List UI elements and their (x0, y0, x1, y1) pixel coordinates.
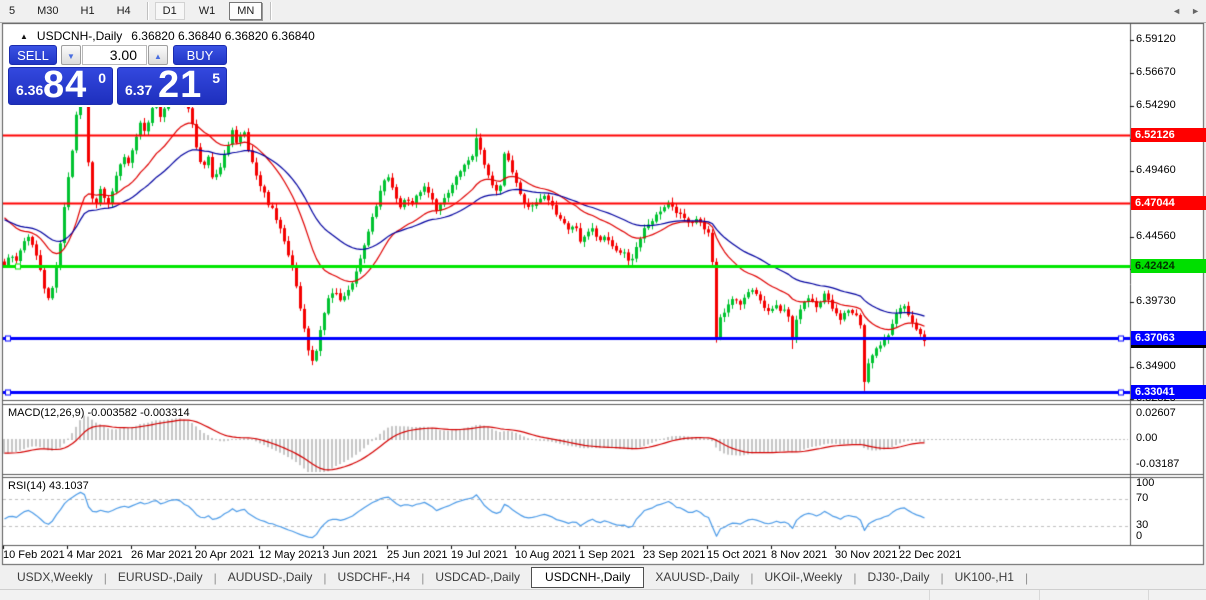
tab-scroll-buttons: ◄ ► (1172, 5, 1200, 17)
price-tick-label: 6.54290 (1136, 99, 1176, 111)
price-line-tag[interactable]: 6.33041 (1131, 385, 1206, 399)
chart-ohlc-values: 6.36820 6.36840 6.36820 6.36840 (131, 29, 315, 43)
price-line-tag[interactable]: 6.52126 (1131, 128, 1206, 142)
timeframe-button-d1[interactable]: D1 (154, 2, 185, 20)
timeframe-button-m30[interactable]: M30 (29, 2, 66, 20)
status-bar (0, 589, 1206, 600)
date-label: 15 Oct 2021 (707, 549, 767, 561)
chart-tab-usdx[interactable]: USDX,Weekly (6, 567, 104, 588)
macd-axis-label: -0.03187 (1136, 458, 1180, 470)
chart-tab-bar: USDX,Weekly | EURUSD-,Daily | AUDUSD-,Daily |… (0, 566, 1206, 589)
price-line-tag[interactable]: 6.47044 (1131, 196, 1206, 210)
ask-price-box[interactable]: 6.37 21 5 (117, 64, 227, 106)
rsi-axis-label: 100 (1136, 477, 1155, 489)
date-label: 4 Mar 2021 (67, 549, 123, 561)
toolbar-separator (270, 2, 273, 20)
price-tick-label: 6.34900 (1136, 360, 1176, 372)
triangle-down-icon: ▼ (67, 52, 75, 61)
price-line-tag[interactable]: 6.42424 (1131, 259, 1206, 273)
volume-decrease-button[interactable]: ▼ (61, 45, 81, 65)
chart-tab-usdchf[interactable]: USDCHF-,H4 (327, 567, 422, 588)
collapse-panel-icon[interactable]: ▲ (20, 32, 28, 41)
date-label: 22 Dec 2021 (899, 549, 962, 561)
price-tick-label: 6.39730 (1136, 295, 1176, 307)
price-tick-label: 6.49460 (1136, 164, 1176, 176)
toolbar-separator (146, 2, 149, 20)
date-label: 23 Sep 2021 (643, 549, 706, 561)
ask-price-prefix: 6.37 (125, 82, 153, 98)
macd-axis-label: 0.02607 (1136, 407, 1176, 419)
date-label: 26 Mar 2021 (131, 549, 193, 561)
date-label: 3 Jun 2021 (323, 549, 378, 561)
rsi-indicator-label: RSI(14) 43.1037 (8, 480, 89, 492)
price-line-tag[interactable]: 6.37063 (1131, 331, 1206, 345)
timeframe-button-mn[interactable]: MN (229, 2, 263, 20)
date-label: 19 Jul 2021 (451, 549, 508, 561)
bid-price-prefix: 6.36 (16, 82, 44, 98)
bid-price-box[interactable]: 6.36 84 0 (8, 64, 113, 106)
timeframe-button-w1[interactable]: W1 (191, 2, 224, 20)
chart-tab-xauusd[interactable]: XAUUSD-,Daily (644, 567, 750, 588)
volume-input[interactable]: 3.00 (82, 45, 147, 65)
chart-tab-usdcnh[interactable]: USDCNH-,Daily (531, 567, 645, 588)
date-label: 10 Feb 2021 (3, 549, 65, 561)
chart-symbol-period: USDCNH-,Daily (36, 29, 123, 43)
buy-button[interactable]: BUY (173, 45, 227, 65)
sell-button[interactable]: SELL (9, 45, 57, 65)
timeframe-toolbar: 5 M30 H1 H4 D1 W1 MN (0, 0, 1206, 23)
macd-axis-label: 0.00 (1136, 432, 1158, 444)
tab-scroll-right-icon[interactable]: ► (1191, 5, 1200, 17)
rsi-axis-label: 0 (1136, 530, 1143, 542)
chart-tab-ukoil[interactable]: UKOil-,Weekly (754, 567, 854, 588)
chart-tab-dj30[interactable]: DJ30-,Daily (856, 567, 940, 588)
date-label: 25 Jun 2021 (387, 549, 448, 561)
timeframe-button-5[interactable]: 5 (1, 2, 23, 20)
bid-price-sup: 0 (98, 70, 106, 86)
date-label: 20 Apr 2021 (195, 549, 255, 561)
timeframe-button-h4[interactable]: H4 (109, 2, 139, 20)
macd-indicator-label: MACD(12,26,9) -0.003582 -0.003314 (8, 407, 190, 419)
ask-price-sup: 5 (212, 70, 220, 86)
chart-tab-uk100[interactable]: UK100-,H1 (944, 567, 1025, 588)
date-label: 30 Nov 2021 (835, 549, 898, 561)
triangle-up-icon: ▲ (154, 52, 162, 61)
tab-scroll-left-icon[interactable]: ◄ (1172, 5, 1181, 17)
price-tick-label: 6.59120 (1136, 33, 1176, 45)
date-label: 10 Aug 2021 (515, 549, 577, 561)
price-tick-label: 6.44560 (1136, 230, 1176, 242)
bid-price-big: 84 (43, 64, 88, 106)
tab-separator: | (1024, 570, 1029, 585)
volume-increase-button[interactable]: ▲ (148, 45, 168, 65)
date-label: 1 Sep 2021 (579, 549, 636, 561)
price-tick-label: 6.56670 (1136, 66, 1176, 78)
date-label: 8 Nov 2021 (771, 549, 828, 561)
ask-price-big: 21 (158, 64, 203, 106)
date-label: 12 May 2021 (259, 549, 323, 561)
chart-tab-usdcad[interactable]: USDCAD-,Daily (424, 567, 531, 588)
chart-tab-audusd[interactable]: AUDUSD-,Daily (217, 567, 324, 588)
rsi-axis-label: 70 (1136, 492, 1149, 504)
timeframe-button-h1[interactable]: H1 (73, 2, 103, 20)
chart-title: ▲ USDCNH-,Daily 6.36820 6.36840 6.36820 … (20, 29, 315, 43)
chart-tab-eurusd[interactable]: EURUSD-,Daily (107, 567, 214, 588)
